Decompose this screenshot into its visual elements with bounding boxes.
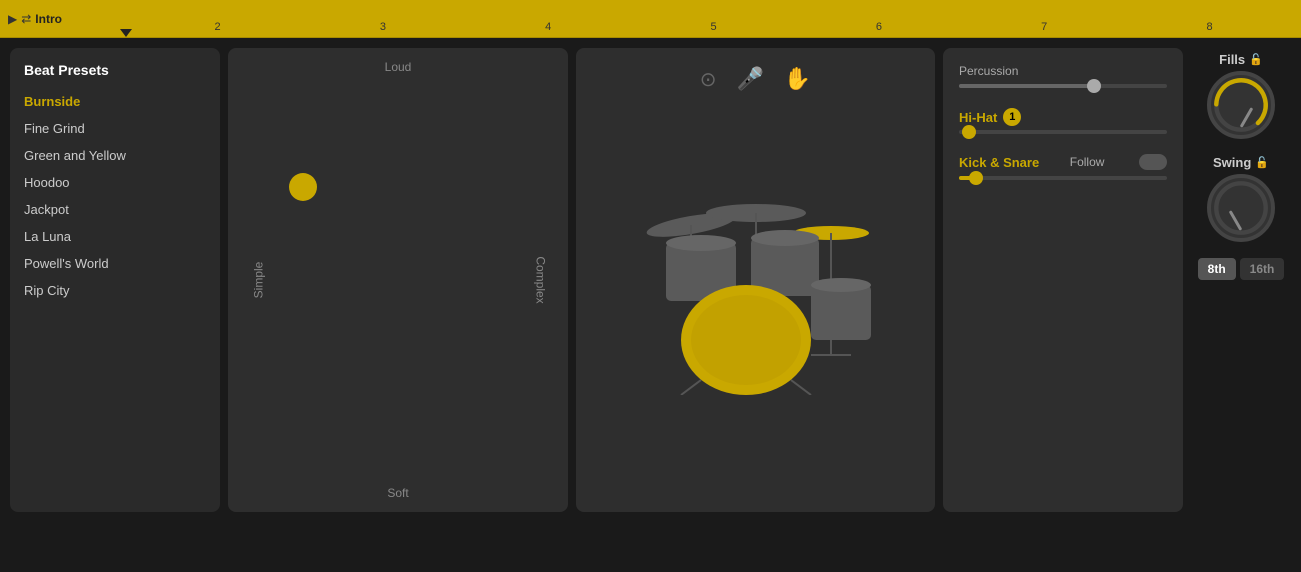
ruler-mark-2: 2	[214, 21, 220, 33]
sidebar-item-fine-grind[interactable]: Fine Grind	[10, 115, 220, 142]
beat-pad-complex-label: Complex	[533, 256, 547, 303]
hihat-section: Hi-Hat 1	[959, 108, 1167, 134]
sixteenth-note-button[interactable]: 16th	[1240, 258, 1285, 280]
hihat-label: Hi-Hat 1	[959, 108, 1167, 126]
sidebar-item-powells-world[interactable]: Powell's World	[10, 250, 220, 277]
mic-icon[interactable]: 🎤	[736, 66, 763, 92]
beat-pad[interactable]: Loud Soft Simple Complex	[228, 48, 568, 512]
fills-label: Fills 🔓	[1219, 52, 1263, 67]
fills-knob[interactable]	[1207, 71, 1275, 139]
percussion-label: Percussion	[959, 64, 1167, 78]
fills-knob-arc	[1211, 71, 1271, 139]
kick-snare-section: Kick & Snare Follow	[959, 154, 1167, 180]
kick-snare-row: Kick & Snare Follow	[959, 154, 1167, 170]
controls-panel: Percussion Hi-Hat 1 Kick & Snare Follow	[943, 48, 1183, 512]
kick-snare-slider[interactable]	[959, 176, 1167, 180]
swing-knob[interactable]	[1207, 174, 1275, 242]
ruler-mark-5: 5	[711, 21, 717, 33]
sidebar-item-green-and-yellow[interactable]: Green and Yellow	[10, 142, 220, 169]
timeline-bar: ▶ ⇄ Intro 2 3 4 5 6 7 8	[0, 0, 1301, 38]
kick-snare-label: Kick & Snare	[959, 155, 1039, 170]
follow-label: Follow	[1070, 155, 1105, 169]
swing-label: Swing 🔓	[1213, 155, 1269, 170]
ruler-mark-8: 8	[1207, 21, 1213, 33]
loop-icon[interactable]: ⇄	[21, 12, 31, 26]
beat-dot[interactable]	[289, 173, 317, 201]
play-icon[interactable]: ▶	[8, 12, 17, 26]
hihat-slider[interactable]	[959, 130, 1167, 134]
drum-kit-svg	[636, 165, 876, 395]
ruler-mark-7: 7	[1041, 21, 1047, 33]
fills-lock-icon[interactable]: 🔓	[1249, 53, 1263, 66]
bottom-bar	[0, 522, 1301, 572]
sidebar-item-la-luna[interactable]: La Luna	[10, 223, 220, 250]
hihat-badge: 1	[1003, 108, 1021, 126]
percussion-slider[interactable]	[959, 84, 1167, 88]
timeline-ruler: 2 3 4 5 6 7 8	[120, 0, 1301, 37]
follow-toggle[interactable]	[1139, 154, 1167, 170]
ruler-mark-6: 6	[876, 21, 882, 33]
shaker-icon[interactable]: ⊙	[700, 67, 717, 92]
timeline-label: Intro	[35, 12, 62, 26]
sidebar-item-jackpot[interactable]: Jackpot	[10, 196, 220, 223]
hand-icon[interactable]: ✋	[784, 66, 811, 92]
note-buttons: 8th 16th	[1198, 258, 1285, 280]
fills-swing-panel: Fills 🔓 Swing 🔓	[1191, 48, 1291, 512]
ruler-mark-3: 3	[380, 21, 386, 33]
percussion-section: Percussion	[959, 64, 1167, 88]
swing-knob-container: Swing 🔓	[1207, 155, 1275, 242]
sidebar-item-hoodoo[interactable]: Hoodoo	[10, 169, 220, 196]
drum-area: ⊙ 🎤 ✋	[576, 48, 935, 512]
sidebar-item-burnside[interactable]: Burnside	[10, 88, 220, 115]
beat-pad-loud-label: Loud	[385, 60, 412, 74]
sidebar-header: Beat Presets	[10, 58, 220, 88]
eighth-note-button[interactable]: 8th	[1198, 258, 1236, 280]
fills-knob-container: Fills 🔓	[1207, 52, 1275, 139]
swing-lock-icon[interactable]: 🔓	[1255, 156, 1269, 169]
drum-icons-row: ⊙ 🎤 ✋	[700, 66, 812, 92]
main-container: Beat Presets Burnside Fine Grind Green a…	[0, 38, 1301, 522]
beat-pad-soft-label: Soft	[387, 486, 408, 500]
playhead	[120, 29, 132, 37]
sidebar: Beat Presets Burnside Fine Grind Green a…	[10, 48, 220, 512]
ruler-mark-4: 4	[545, 21, 551, 33]
timeline-controls: ▶ ⇄ Intro	[0, 12, 120, 26]
sidebar-item-rip-city[interactable]: Rip City	[10, 277, 220, 304]
beat-pad-simple-label: Simple	[251, 262, 265, 299]
swing-knob-arc	[1211, 174, 1271, 242]
